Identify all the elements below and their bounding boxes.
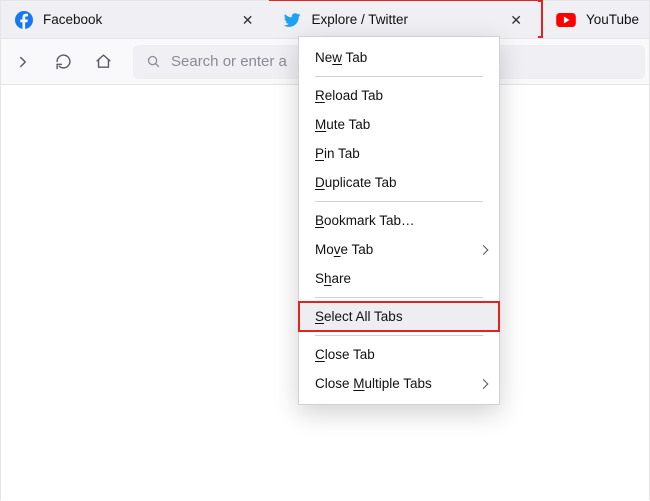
menu-separator bbox=[315, 76, 483, 77]
menu-pin-tab[interactable]: Pin Tab bbox=[299, 139, 499, 168]
reload-button[interactable] bbox=[45, 44, 81, 80]
menu-separator bbox=[315, 201, 483, 202]
menu-move-tab[interactable]: Move Tab bbox=[299, 235, 499, 264]
search-icon bbox=[146, 54, 161, 69]
menu-new-tab[interactable]: New Tab bbox=[299, 43, 499, 72]
menu-mute-tab[interactable]: Mute Tab bbox=[299, 110, 499, 139]
close-tab-button[interactable]: ✕ bbox=[236, 11, 260, 29]
tab-context-menu: New Tab Reload Tab Mute Tab Pin Tab Dupl… bbox=[298, 36, 500, 405]
forward-button[interactable] bbox=[5, 44, 41, 80]
menu-bookmark-tab[interactable]: Bookmark Tab… bbox=[299, 206, 499, 235]
tab-twitter[interactable]: Explore / Twitter ✕ bbox=[269, 1, 537, 38]
twitter-icon bbox=[283, 11, 301, 29]
menu-share[interactable]: Share bbox=[299, 264, 499, 293]
tab-strip: Facebook ✕ Explore / Twitter ✕ YouTube bbox=[1, 1, 649, 39]
menu-close-multiple-tabs[interactable]: Close Multiple Tabs bbox=[299, 369, 499, 398]
menu-reload-tab[interactable]: Reload Tab bbox=[299, 81, 499, 110]
menu-separator bbox=[315, 335, 483, 336]
youtube-icon bbox=[556, 13, 576, 27]
tab-label: Explore / Twitter bbox=[311, 12, 494, 27]
menu-close-tab[interactable]: Close Tab bbox=[299, 340, 499, 369]
menu-separator bbox=[315, 297, 483, 298]
menu-select-all-tabs[interactable]: Select All Tabs bbox=[299, 302, 499, 331]
menu-duplicate-tab[interactable]: Duplicate Tab bbox=[299, 168, 499, 197]
home-button[interactable] bbox=[85, 44, 121, 80]
tab-youtube[interactable]: YouTube bbox=[538, 1, 649, 38]
tab-label: YouTube bbox=[586, 12, 639, 27]
close-tab-button[interactable]: ✕ bbox=[504, 11, 528, 29]
tab-label: Facebook bbox=[43, 12, 226, 27]
tab-facebook[interactable]: Facebook ✕ bbox=[1, 1, 269, 38]
url-placeholder: Search or enter a bbox=[171, 53, 287, 70]
facebook-icon bbox=[15, 11, 33, 29]
